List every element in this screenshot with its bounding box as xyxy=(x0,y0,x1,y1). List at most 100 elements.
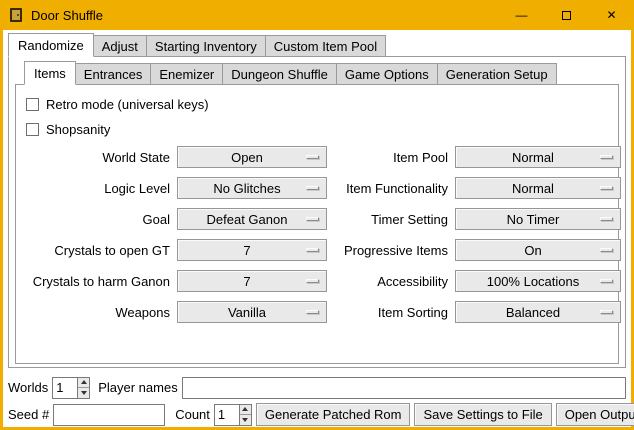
worlds-spin-buttons xyxy=(77,378,89,398)
goal-value: Defeat Ganon xyxy=(207,212,298,227)
crystals-harm-ganon-dropdown[interactable]: 7 xyxy=(177,270,327,292)
tab-generation-setup[interactable]: Generation Setup xyxy=(437,63,557,85)
item-pool-label: Item Pool xyxy=(332,150,450,165)
shopsanity-label: Shopsanity xyxy=(46,122,110,137)
crystals-open-gt-dropdown[interactable]: 7 xyxy=(177,239,327,261)
shopsanity-checkbox-row[interactable]: Shopsanity xyxy=(26,120,618,138)
item-sorting-label: Item Sorting xyxy=(332,305,450,320)
dropdown-indicator-icon xyxy=(600,248,613,252)
dropdown-indicator-icon xyxy=(600,217,613,221)
seed-row: Seed # Count Generate Patched Rom Save S… xyxy=(8,403,626,426)
crystals-harm-ganon-label: Crystals to harm Ganon xyxy=(24,274,172,289)
maximize-button[interactable] xyxy=(544,0,589,30)
retro-mode-checkbox[interactable] xyxy=(26,98,39,111)
weapons-label: Weapons xyxy=(24,305,172,320)
options-grid: World State Open Item Pool Normal Logic … xyxy=(16,146,618,323)
spin-down-button[interactable] xyxy=(240,415,251,425)
arrow-up-icon xyxy=(242,407,248,411)
retro-mode-label: Retro mode (universal keys) xyxy=(46,97,209,112)
retro-mode-checkbox-row[interactable]: Retro mode (universal keys) xyxy=(26,95,618,113)
spin-down-button[interactable] xyxy=(78,388,89,398)
world-state-dropdown[interactable]: Open xyxy=(177,146,327,168)
logic-level-value: No Glitches xyxy=(213,181,290,196)
timer-setting-label: Timer Setting xyxy=(332,212,450,227)
timer-setting-dropdown[interactable]: No Timer xyxy=(455,208,621,230)
window-title: Door Shuffle xyxy=(31,8,103,23)
dropdown-indicator-icon xyxy=(306,279,319,283)
client-area: Randomize Adjust Starting Inventory Cust… xyxy=(3,30,631,427)
minimize-button[interactable]: — xyxy=(499,0,544,30)
dropdown-indicator-icon xyxy=(306,186,319,190)
item-functionality-dropdown[interactable]: Normal xyxy=(455,177,621,199)
item-functionality-value: Normal xyxy=(512,181,564,196)
dropdown-indicator-icon xyxy=(600,279,613,283)
worlds-spinbox[interactable] xyxy=(52,377,90,399)
goal-label: Goal xyxy=(24,212,172,227)
item-sorting-value: Balanced xyxy=(506,305,570,320)
arrow-down-icon xyxy=(81,391,87,395)
spin-up-button[interactable] xyxy=(240,405,251,416)
worlds-label: Worlds xyxy=(8,380,48,395)
count-spinbox[interactable] xyxy=(214,404,252,426)
crystals-open-gt-label: Crystals to open GT xyxy=(24,243,172,258)
dropdown-indicator-icon xyxy=(600,186,613,190)
maximize-icon xyxy=(562,11,571,20)
window-controls: — ✕ xyxy=(499,0,634,30)
worlds-spin-input[interactable] xyxy=(53,378,77,398)
progressive-items-dropdown[interactable]: On xyxy=(455,239,621,261)
arrow-up-icon xyxy=(81,380,87,384)
world-state-label: World State xyxy=(24,150,172,165)
progressive-items-value: On xyxy=(524,243,551,258)
world-state-value: Open xyxy=(231,150,273,165)
goal-dropdown[interactable]: Defeat Ganon xyxy=(177,208,327,230)
tab-enemizer[interactable]: Enemizer xyxy=(150,63,223,85)
open-output-directory-button[interactable]: Open Output Directory xyxy=(556,403,634,426)
arrow-down-icon xyxy=(242,418,248,422)
player-names-input[interactable] xyxy=(182,377,626,399)
close-button[interactable]: ✕ xyxy=(589,0,634,30)
titlebar: Door Shuffle — ✕ xyxy=(0,0,634,30)
save-settings-button[interactable]: Save Settings to File xyxy=(414,403,551,426)
app-icon xyxy=(8,7,24,23)
tab-adjust[interactable]: Adjust xyxy=(93,35,147,57)
count-spin-input[interactable] xyxy=(215,405,239,425)
logic-level-dropdown[interactable]: No Glitches xyxy=(177,177,327,199)
shopsanity-checkbox[interactable] xyxy=(26,123,39,136)
crystals-harm-ganon-value: 7 xyxy=(243,274,260,289)
dropdown-indicator-icon xyxy=(306,310,319,314)
accessibility-value: 100% Locations xyxy=(487,274,590,289)
tab-items[interactable]: Items xyxy=(24,61,76,85)
seed-label: Seed # xyxy=(8,407,49,422)
weapons-dropdown[interactable]: Vanilla xyxy=(177,301,327,323)
crystals-open-gt-value: 7 xyxy=(243,243,260,258)
logic-level-label: Logic Level xyxy=(24,181,172,196)
worlds-row: Worlds Player names xyxy=(8,376,626,399)
count-spin-buttons xyxy=(239,405,251,425)
secondary-tab-bar: Items Entrances Enemizer Dungeon Shuffle… xyxy=(24,61,625,85)
randomize-panel: Items Entrances Enemizer Dungeon Shuffle… xyxy=(8,56,626,368)
accessibility-label: Accessibility xyxy=(332,274,450,289)
dropdown-indicator-icon xyxy=(306,155,319,159)
door-shuffle-window: Door Shuffle — ✕ Randomize Adjust Starti… xyxy=(0,0,634,430)
count-label: Count xyxy=(175,407,210,422)
timer-setting-value: No Timer xyxy=(507,212,570,227)
item-sorting-dropdown[interactable]: Balanced xyxy=(455,301,621,323)
dropdown-indicator-icon xyxy=(306,248,319,252)
tab-dungeon-shuffle[interactable]: Dungeon Shuffle xyxy=(222,63,337,85)
dropdown-indicator-icon xyxy=(600,155,613,159)
spin-up-button[interactable] xyxy=(78,378,89,389)
generate-patched-rom-button[interactable]: Generate Patched Rom xyxy=(256,403,411,426)
tab-custom-item-pool[interactable]: Custom Item Pool xyxy=(265,35,386,57)
dropdown-indicator-icon xyxy=(306,217,319,221)
item-pool-dropdown[interactable]: Normal xyxy=(455,146,621,168)
progressive-items-label: Progressive Items xyxy=(332,243,450,258)
tab-game-options[interactable]: Game Options xyxy=(336,63,438,85)
tab-starting-inventory[interactable]: Starting Inventory xyxy=(146,35,266,57)
tab-entrances[interactable]: Entrances xyxy=(75,63,152,85)
accessibility-dropdown[interactable]: 100% Locations xyxy=(455,270,621,292)
tab-randomize[interactable]: Randomize xyxy=(8,33,94,57)
dropdown-indicator-icon xyxy=(600,310,613,314)
item-functionality-label: Item Functionality xyxy=(332,181,450,196)
seed-input[interactable] xyxy=(53,404,165,426)
items-panel: Retro mode (universal keys) Shopsanity W… xyxy=(15,84,619,364)
